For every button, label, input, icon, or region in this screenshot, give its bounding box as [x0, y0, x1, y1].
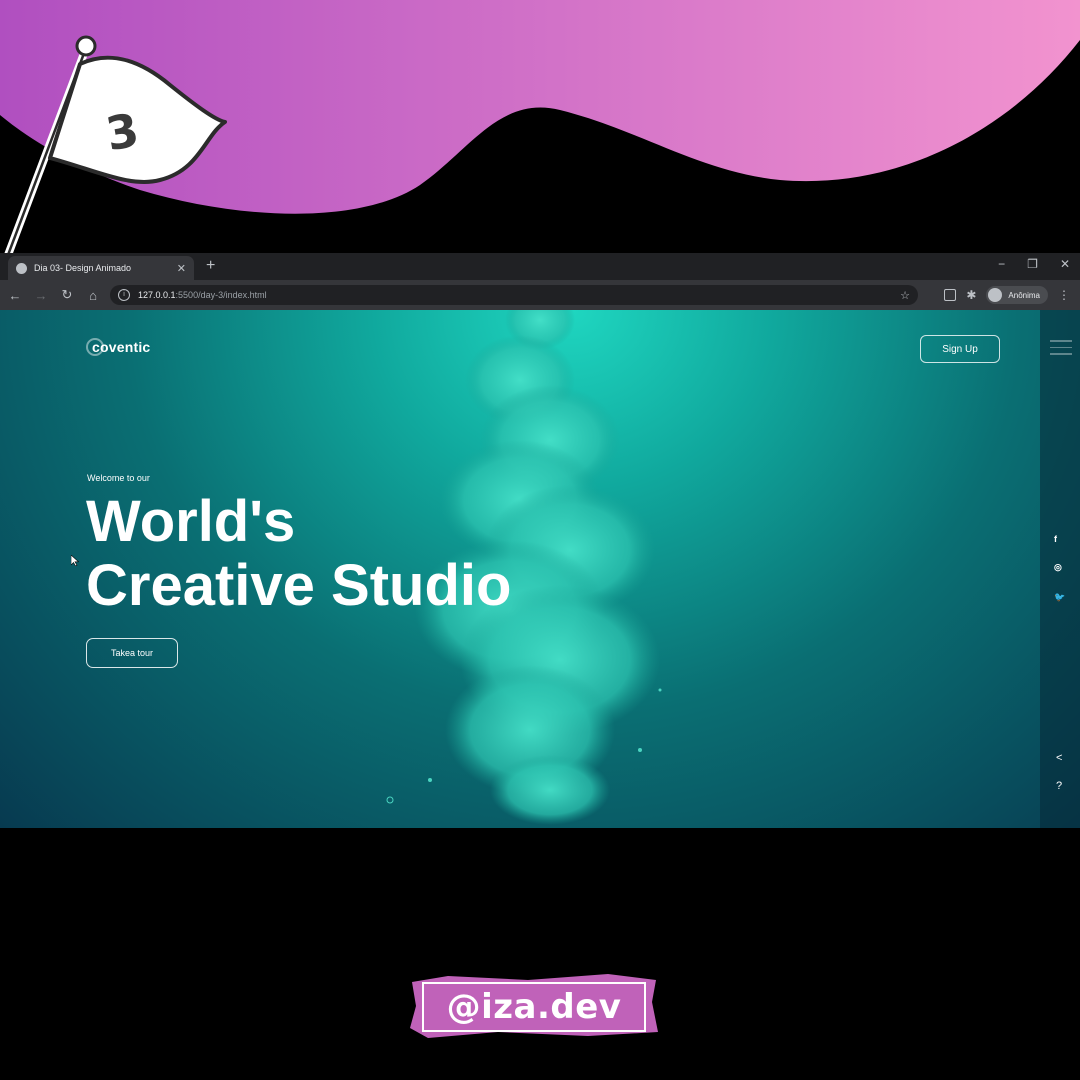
avatar	[988, 288, 1003, 302]
twitter-icon[interactable]: 🐦	[1054, 592, 1065, 603]
url-path: :5500/day-3/index.html	[175, 290, 267, 300]
browser-tab[interactable]: Dia 03- Design Animado ✕	[8, 256, 194, 280]
toolbar-actions: ✱ Anônima ⋮	[944, 286, 1070, 304]
tab-close-icon[interactable]: ✕	[177, 262, 186, 275]
profile-name: Anônima	[1008, 290, 1040, 300]
star-icon[interactable]: ☆	[900, 289, 910, 302]
restore-icon[interactable]: ❐	[1027, 257, 1038, 271]
tab-bar: Dia 03- Design Animado ✕ + − ❐ ✕	[0, 253, 1080, 280]
headline-line-2: Creative Studio	[86, 553, 512, 618]
help-icon[interactable]: ?	[1056, 780, 1062, 792]
tab-title: Dia 03- Design Animado	[34, 263, 132, 273]
handle-text: @iza.dev	[446, 987, 622, 1027]
reload-icon[interactable]: ↻	[56, 287, 78, 303]
headline-line-1: World's	[86, 489, 296, 554]
address-bar[interactable]: i 127.0.0.1 :5500/day-3/index.html ☆	[110, 285, 918, 305]
instagram-icon[interactable]: ◎	[1054, 562, 1062, 573]
page-title: World's Creative Studio	[86, 490, 511, 618]
signup-button[interactable]: Sign Up	[920, 335, 1000, 363]
browser-window: Dia 03- Design Animado ✕ + − ❐ ✕ ← → ↻ ⌂…	[0, 253, 1080, 828]
share-icon[interactable]: <	[1056, 752, 1062, 764]
home-icon[interactable]: ⌂	[82, 288, 104, 303]
take-tour-button[interactable]: Takea tour	[86, 638, 178, 668]
close-window-icon[interactable]: ✕	[1060, 257, 1070, 271]
profile-button[interactable]: Anônima	[986, 286, 1048, 304]
minimize-icon[interactable]: −	[998, 257, 1005, 271]
handle-badge: @iza.dev	[422, 982, 646, 1032]
website-viewport: coventic Sign Up Welcome to our World's …	[0, 310, 1080, 828]
back-icon[interactable]: ←	[4, 288, 26, 303]
mouse-cursor-icon	[71, 555, 79, 566]
puzzle-icon[interactable]: ✱	[966, 288, 976, 302]
url-host: 127.0.0.1	[138, 290, 176, 300]
hamburger-icon[interactable]	[1050, 340, 1072, 360]
facebook-icon[interactable]: f	[1054, 534, 1057, 544]
new-tab-button[interactable]: +	[206, 257, 215, 275]
window-controls: − ❐ ✕	[998, 257, 1070, 271]
flag-icon: 3	[4, 35, 227, 259]
side-panel: f ◎ 🐦 < ?	[1040, 310, 1080, 828]
site-logo[interactable]: coventic	[86, 338, 150, 356]
welcome-text: Welcome to our	[87, 473, 150, 483]
logo-text: coventic	[92, 339, 151, 355]
globe-icon	[16, 262, 27, 274]
extension-icon[interactable]	[944, 289, 957, 301]
browser-toolbar: ← → ↻ ⌂ i 127.0.0.1 :5500/day-3/index.ht…	[0, 280, 1080, 310]
forward-icon[interactable]: →	[30, 288, 52, 303]
info-icon[interactable]: i	[118, 289, 130, 301]
menu-icon[interactable]: ⋮	[1058, 288, 1070, 302]
